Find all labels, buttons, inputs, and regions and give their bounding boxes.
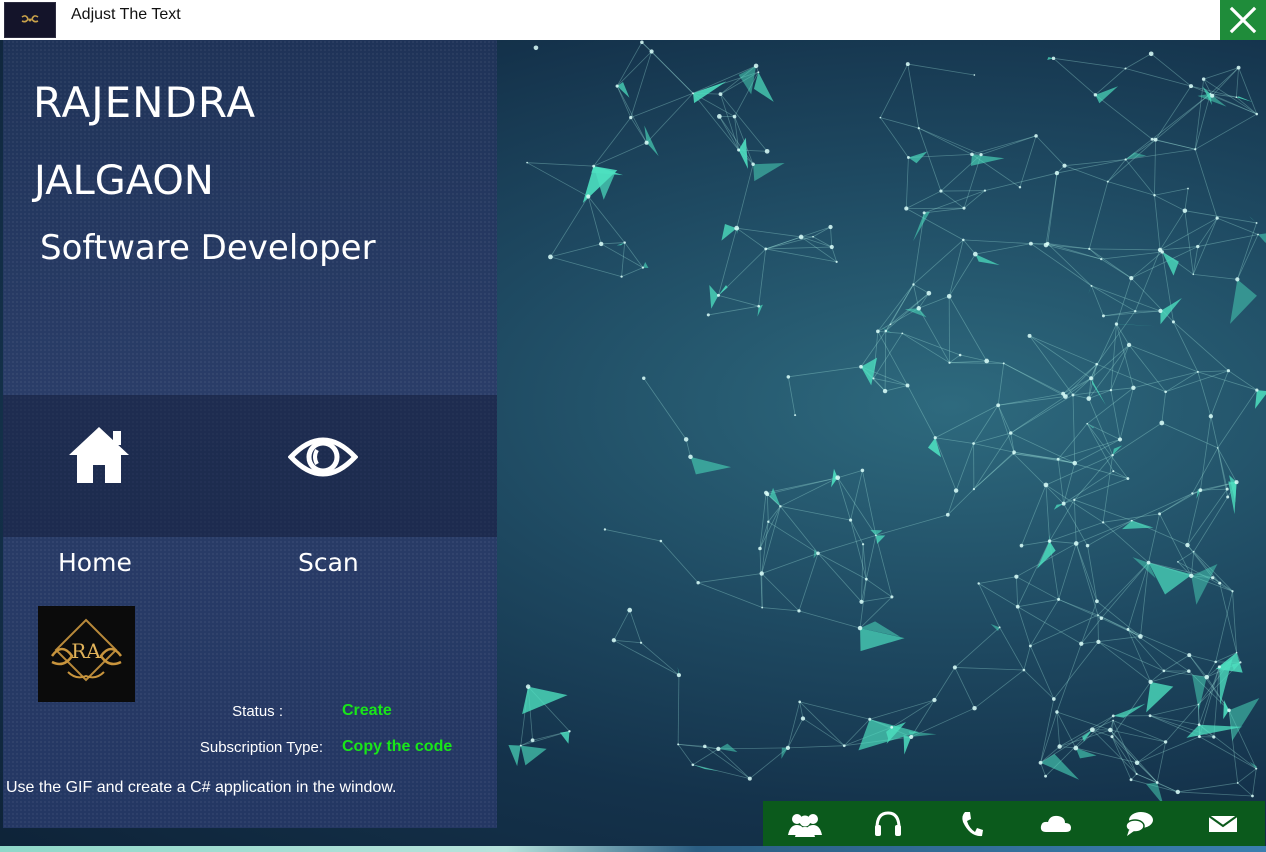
users-button[interactable] (785, 806, 825, 842)
ra-logo-text: RA (71, 639, 101, 663)
instruction-note: Use the GIF and create a C# application … (6, 779, 397, 796)
main-area: RAJENDRA JALGAON Software Developer Home… (0, 40, 1266, 852)
bottom-stripe (0, 846, 1266, 852)
status-value[interactable]: Create (342, 702, 392, 720)
window-title: Adjust The Text (71, 6, 181, 23)
close-icon (1229, 6, 1257, 34)
app-logo-icon (4, 2, 56, 38)
profile-name: RAJENDRA (33, 78, 257, 127)
mail-icon (1208, 814, 1238, 832)
bottom-toolbar (763, 801, 1265, 846)
users-icon (787, 813, 822, 837)
menu-block (3, 395, 497, 537)
home-icon[interactable] (63, 419, 135, 491)
phone-button[interactable] (952, 806, 992, 842)
ra-logo-image: RA (38, 606, 135, 702)
chat-button[interactable] (1119, 806, 1159, 842)
close-button[interactable] (1220, 0, 1266, 40)
home-label[interactable]: Home (58, 548, 132, 577)
profile-role: Software Developer (40, 228, 376, 268)
eye-icon[interactable] (287, 421, 359, 493)
phone-icon (962, 811, 984, 836)
subscription-label: Subscription Type: (199, 739, 323, 756)
status-label: Status : (232, 703, 283, 720)
chat-icon (1125, 811, 1154, 836)
cloud-icon (1040, 815, 1071, 832)
cloud-button[interactable] (1036, 806, 1076, 842)
scan-label[interactable]: Scan (298, 548, 359, 577)
left-panel: RAJENDRA JALGAON Software Developer Home… (3, 40, 497, 828)
subscription-value[interactable]: Copy the code (342, 738, 452, 756)
title-bar: Adjust The Text (0, 0, 1266, 40)
support-button[interactable] (868, 806, 908, 842)
headphones-icon (875, 810, 902, 836)
mail-button[interactable] (1203, 806, 1243, 842)
profile-city: JALGAON (34, 158, 214, 204)
